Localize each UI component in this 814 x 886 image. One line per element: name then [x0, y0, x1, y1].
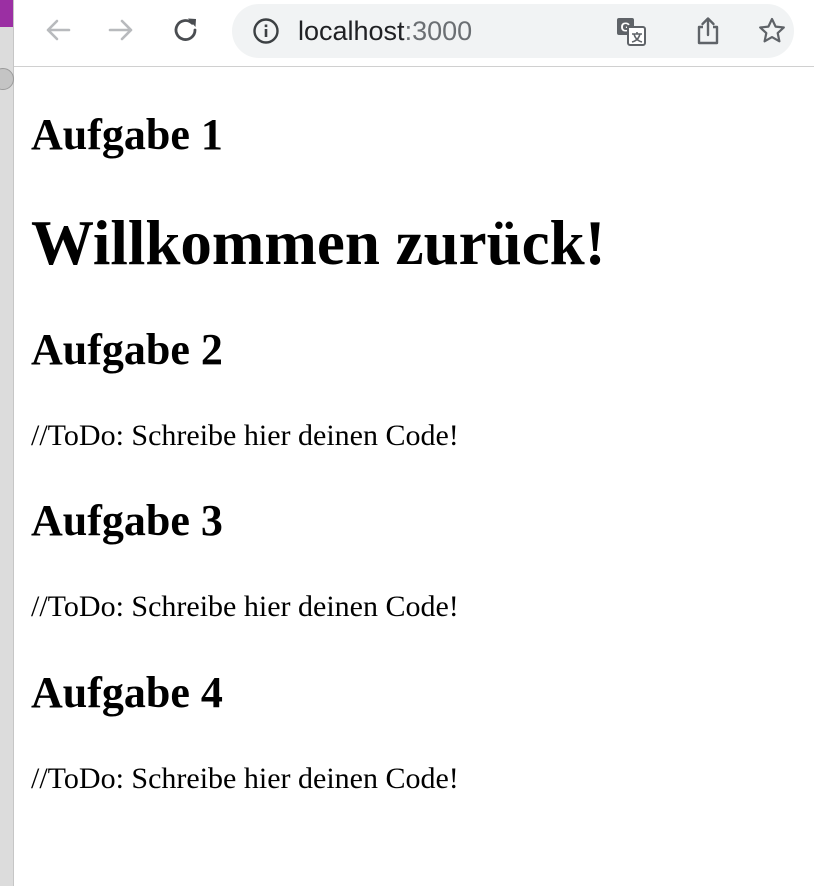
url-host: localhost	[298, 16, 405, 46]
share-icon	[697, 17, 719, 45]
translate-icon: G	[617, 18, 646, 46]
address-bar[interactable]: localhost:3000 G	[232, 4, 794, 58]
task4-text: //ToDo: Schreibe hier deinen Code!	[31, 762, 459, 795]
window-edge-accent	[0, 0, 13, 27]
task2-heading: Aufgabe 2	[31, 325, 223, 374]
task4-heading: Aufgabe 4	[31, 668, 223, 717]
url-port: :3000	[404, 16, 473, 46]
task2-text: //ToDo: Schreibe hier deinen Code!	[31, 419, 459, 452]
reload-icon	[174, 18, 197, 41]
welcome-heading: Willkommen zurück!	[31, 208, 606, 278]
star-icon	[759, 17, 785, 43]
back-button[interactable]	[42, 14, 74, 46]
url-text[interactable]: localhost:3000	[298, 16, 472, 46]
reload-button[interactable]	[170, 14, 202, 46]
window-edge	[0, 0, 14, 886]
translate-button[interactable]: G	[615, 15, 647, 47]
info-icon[interactable]	[252, 17, 280, 45]
task3-heading: Aufgabe 3	[31, 496, 223, 545]
task3-text: //ToDo: Schreibe hier deinen Code!	[31, 590, 459, 623]
arrow-right-icon	[108, 19, 133, 41]
task1-heading: Aufgabe 1	[31, 110, 223, 159]
window-edge-knob	[0, 68, 14, 90]
forward-button[interactable]	[105, 14, 137, 46]
arrow-left-icon	[46, 19, 71, 41]
bookmark-button[interactable]	[756, 15, 788, 47]
browser-toolbar: localhost:3000 G	[14, 0, 814, 67]
share-button[interactable]	[692, 15, 724, 47]
